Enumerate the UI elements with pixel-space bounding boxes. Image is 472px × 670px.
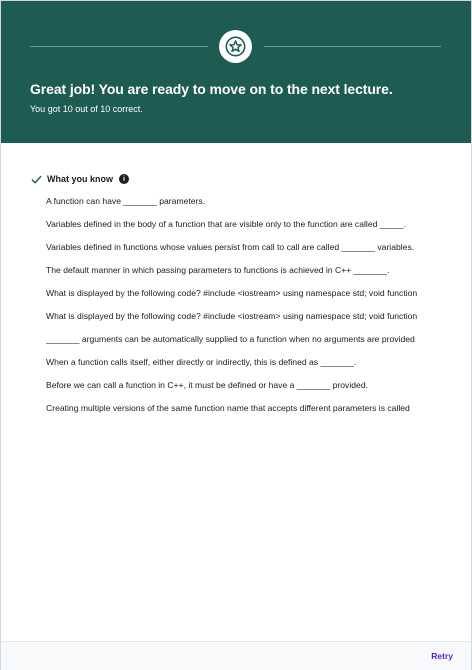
question-item: When a function calls itself, either dir… [46, 357, 357, 367]
question-item: Variables defined in functions whose val… [46, 242, 415, 252]
star-icon [225, 36, 246, 57]
info-icon[interactable]: i [119, 174, 129, 184]
question-item: Creating multiple versions of the same f… [46, 403, 410, 413]
footer-bar: Retry [1, 641, 471, 670]
question-list: A function can have _______ parameters. … [46, 194, 441, 424]
question-item: Before we can call a function in C++, it… [46, 380, 368, 390]
check-icon [31, 175, 42, 183]
question-item: The default manner in which passing para… [46, 265, 390, 275]
what-you-know-section: What you know i A function can have ____… [31, 172, 451, 413]
retry-button[interactable]: Retry [431, 651, 453, 661]
banner-divider-right [264, 46, 441, 47]
section-title: What you know [47, 174, 113, 184]
question-item: What is displayed by the following code?… [46, 288, 418, 298]
result-banner: Great job! You are ready to move on to t… [1, 1, 471, 143]
result-title: Great job! You are ready to move on to t… [30, 81, 393, 97]
question-item: Variables defined in the body of a funct… [46, 219, 407, 229]
section-header: What you know i [31, 172, 451, 186]
question-item: What is displayed by the following code?… [46, 311, 418, 321]
banner-divider-left [30, 46, 208, 47]
question-item: _______ arguments can be automatically s… [46, 334, 415, 344]
question-item: A function can have _______ parameters. [46, 196, 206, 206]
quiz-result-panel: Great job! You are ready to move on to t… [0, 0, 472, 670]
star-badge [219, 30, 252, 63]
result-score: You got 10 out of 10 correct. [30, 104, 143, 114]
